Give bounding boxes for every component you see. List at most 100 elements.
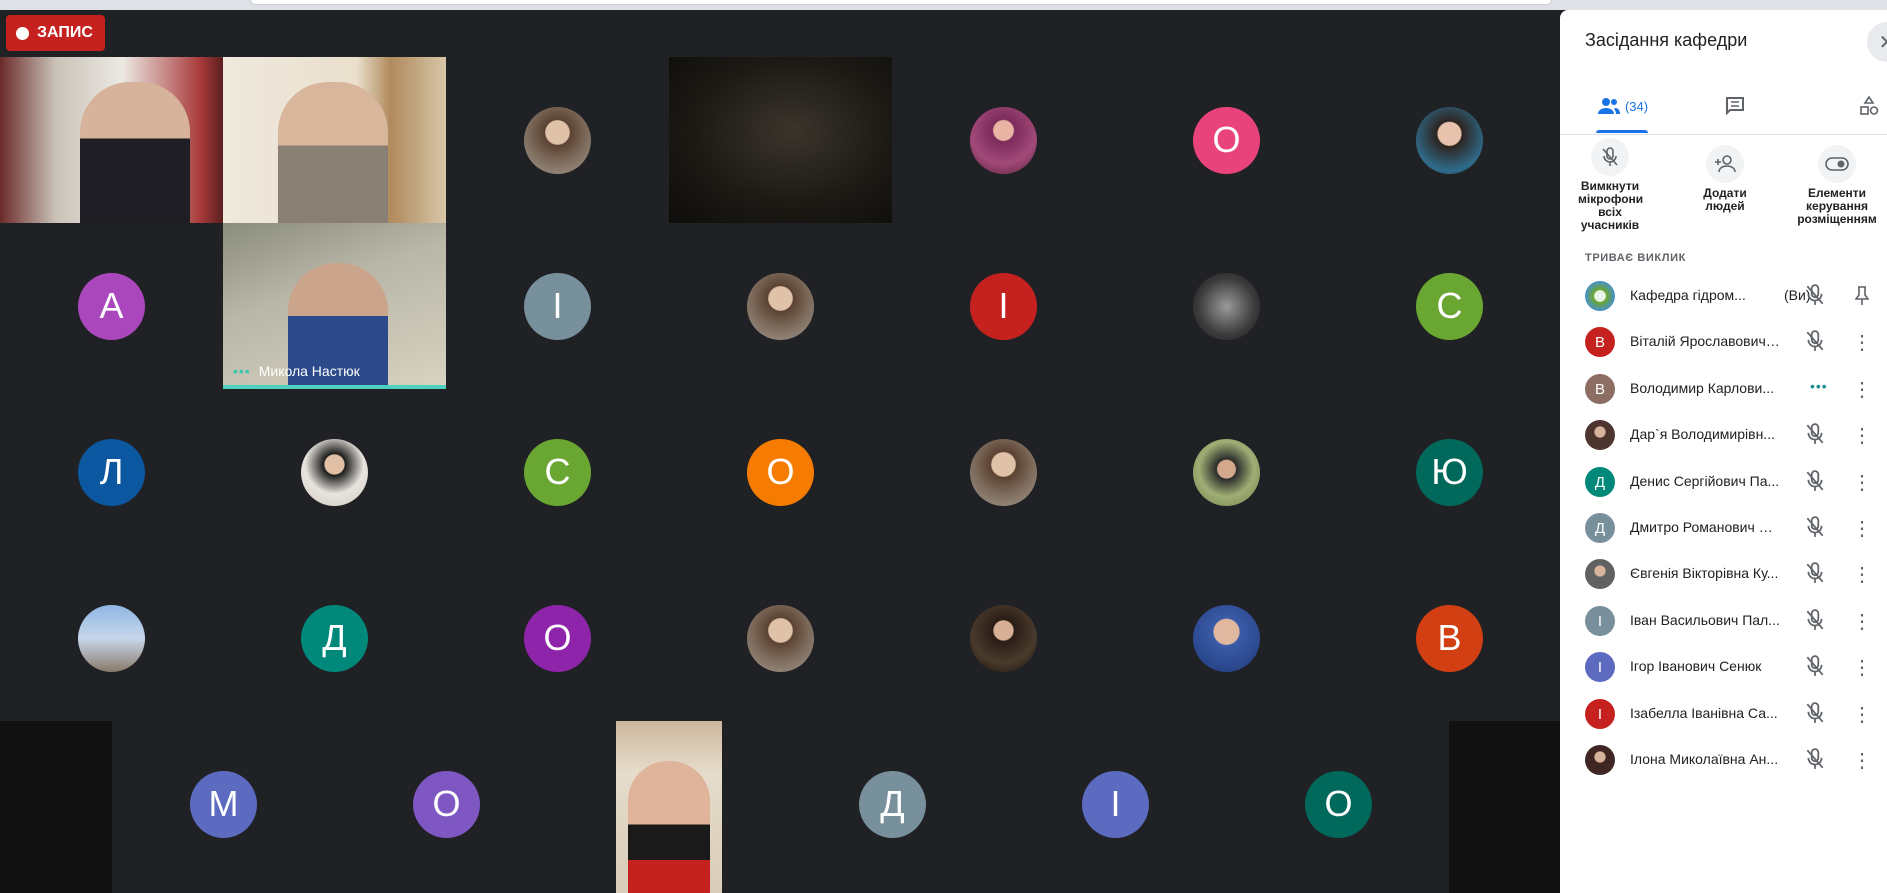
participant-row[interactable]: Ілона Миколаївна Ан... ⋮ [1560,731,1887,787]
participant-avatar: В [1585,374,1615,404]
people-count: (34) [1624,98,1649,114]
participant-tile[interactable] [892,57,1115,223]
mute-all-button[interactable]: Вимкнути мікрофони всіх учасників [1560,138,1660,232]
tab-activities[interactable] [1850,80,1887,132]
participant-tile[interactable] [1115,389,1338,555]
mic-off-icon[interactable] [1805,748,1829,772]
more-options-icon[interactable]: ⋮ [1850,330,1874,354]
participant-tile[interactable]: М [112,721,335,887]
avatar [78,604,145,672]
participant-tile[interactable]: Д [781,721,1004,887]
more-options-icon[interactable]: ⋮ [1850,423,1874,447]
speaking-indicator-icon: ••• [1810,378,1828,394]
avatar [970,604,1037,672]
video-tile-speaker[interactable]: ••• Микола Настюк [223,223,446,389]
record-dot-icon [16,26,29,40]
participant-tile[interactable] [0,555,223,721]
participant-tile[interactable]: С [446,389,669,555]
mic-off-icon[interactable] [1805,330,1829,354]
more-options-icon[interactable]: ⋮ [1850,377,1874,401]
video-tile-2[interactable] [223,57,446,223]
host-controls-button[interactable]: Елементи керування розміщенням [1787,145,1887,226]
add-people-label: Додати людей [1703,186,1747,213]
participant-tile[interactable]: O [1115,57,1338,223]
avatar: І [1082,770,1149,838]
more-options-icon[interactable]: ⋮ [1850,470,1874,494]
participant-tile[interactable] [1115,555,1338,721]
mic-off-icon[interactable] [1805,562,1829,586]
mic-off-icon[interactable] [1805,655,1829,679]
avatar [970,438,1037,506]
participant-tile[interactable] [223,389,446,555]
participant-name: Дмитро Романович П... [1630,519,1780,535]
more-options-icon[interactable]: ⋮ [1850,702,1874,726]
add-people-button[interactable]: Додати людей [1675,145,1775,213]
video-tile-3[interactable] [669,57,892,223]
mic-off-icon[interactable] [1805,423,1829,447]
participant-tile[interactable] [446,57,669,223]
video-tile-1[interactable] [0,57,223,223]
participant-tile[interactable]: А [0,223,223,389]
grid-filler-left [0,721,112,893]
mic-off-icon[interactable] [1805,516,1829,540]
participant-tile[interactable] [669,555,892,721]
participant-tile[interactable] [1115,223,1338,389]
participant-tile[interactable]: О [446,555,669,721]
participant-tile[interactable] [892,555,1115,721]
participant-tile[interactable]: Ю [1338,389,1561,555]
participant-tile[interactable]: О [1227,721,1450,887]
more-options-icon[interactable]: ⋮ [1850,748,1874,772]
tab-people[interactable]: (34) [1590,80,1656,132]
participant-avatar: І [1585,699,1615,729]
mic-off-icon[interactable] [1805,470,1829,494]
avatar: О [747,438,814,506]
avatar: І [970,272,1037,340]
participant-avatar [1585,281,1615,311]
video-tile-4[interactable] [616,721,722,893]
avatar [1416,106,1483,174]
participant-tile[interactable] [892,389,1115,555]
avatar [1193,272,1260,340]
participant-tile[interactable]: О [335,721,558,887]
participant-tile[interactable] [1338,57,1561,223]
pin-icon[interactable] [1850,284,1874,308]
participant-tile[interactable]: С [1338,223,1561,389]
participant-name: Ілона Миколаївна Ан... [1630,751,1779,767]
participant-tile[interactable] [669,223,892,389]
mic-off-icon[interactable] [1805,702,1829,726]
participant-figure [628,761,710,893]
avatar: Д [301,604,368,672]
participant-tile[interactable]: І [892,223,1115,389]
more-options-icon[interactable]: ⋮ [1850,655,1874,679]
participant-tile[interactable]: В [1338,555,1561,721]
participant-name: Ізабелла Іванівна Са... [1630,705,1778,721]
avatar [1193,438,1260,506]
participant-tile[interactable]: І [1004,721,1227,887]
participant-tile[interactable]: І [446,223,669,389]
toggle-icon [1818,145,1856,183]
tabs-divider [1560,134,1887,135]
more-options-icon[interactable]: ⋮ [1850,516,1874,540]
recording-label: ЗАПИС [37,24,93,41]
avatar [301,438,368,506]
participant-tile[interactable]: Л [0,389,223,555]
more-options-icon[interactable]: ⋮ [1850,609,1874,633]
avatar: В [1416,604,1483,672]
participant-tile[interactable]: Д [223,555,446,721]
grid-filler-right [1449,721,1560,893]
tab-chat[interactable] [1715,80,1755,132]
participant-name: Кафедра гідром... [1630,287,1746,303]
active-tab-indicator [1596,130,1648,133]
close-panel-button[interactable]: ✕ [1867,22,1887,62]
mic-off-icon[interactable] [1805,609,1829,633]
avatar: С [524,438,591,506]
panel-title: Засідання кафедри [1585,30,1748,50]
host-controls-label: Елементи керування розміщенням [1797,186,1877,226]
address-bar[interactable] [250,0,1552,5]
mic-off-icon[interactable] [1805,284,1829,308]
avatar [1193,604,1260,672]
participant-nameplate: ••• Микола Настюк [233,363,360,379]
more-options-icon[interactable]: ⋮ [1850,562,1874,586]
participant-tile[interactable]: О [669,389,892,555]
people-panel: Засідання кафедри ✕ (34) Вимкнути мікроф… [1560,10,1887,893]
